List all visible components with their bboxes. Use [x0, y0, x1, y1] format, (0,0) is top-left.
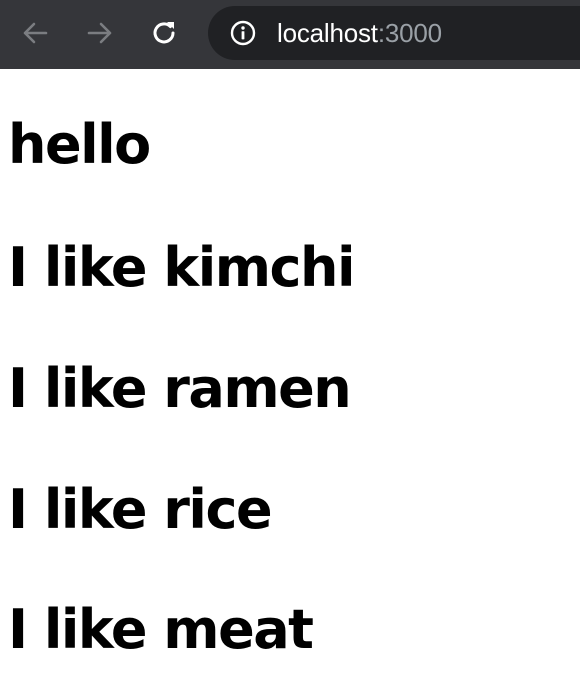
reload-button[interactable] [145, 14, 183, 52]
info-icon[interactable] [230, 20, 256, 46]
heading-hello: hello [8, 113, 151, 176]
heading-kimchi: I like kimchi [8, 236, 355, 299]
url-port: :3000 [377, 18, 442, 48]
url-host: localhost [277, 18, 378, 48]
arrow-left-icon [23, 22, 48, 44]
heading-meat: I like meat [8, 598, 314, 661]
forward-button[interactable] [81, 14, 119, 52]
reload-icon [153, 22, 175, 44]
address-bar[interactable]: localhost:3000 [208, 6, 580, 60]
heading-ramen: I like ramen [8, 357, 352, 420]
arrow-right-icon [87, 22, 112, 44]
url-text[interactable]: localhost:3000 [277, 18, 442, 48]
heading-rice: I like rice [8, 478, 273, 541]
back-button[interactable] [16, 14, 54, 52]
browser-toolbar: localhost:3000 [0, 0, 580, 69]
